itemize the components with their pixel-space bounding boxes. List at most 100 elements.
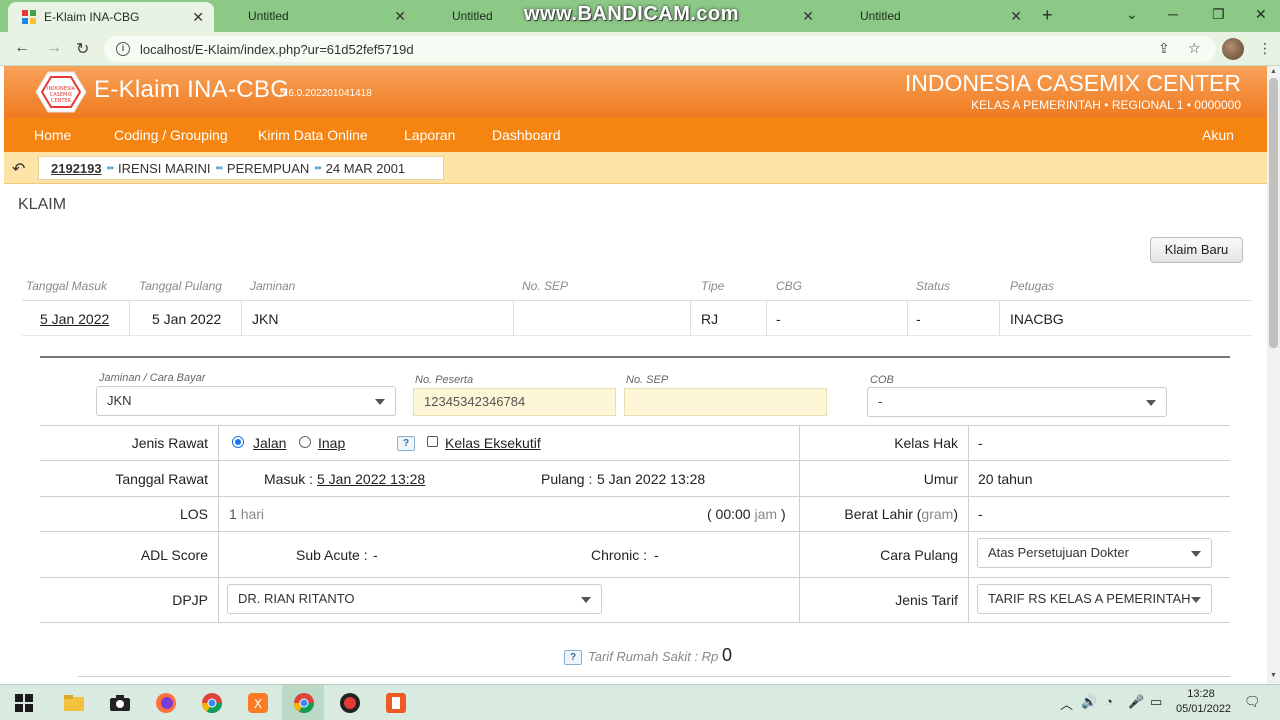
browser-tab-label: Untitled: [452, 9, 493, 23]
kelas-hak-label: Kelas Hak: [894, 435, 958, 451]
tab-search-chevron-icon[interactable]: ⌄: [1126, 6, 1138, 23]
chronic-label: Chronic :: [591, 547, 648, 563]
close-tab-icon[interactable]: ✕: [394, 8, 406, 25]
separator-dots: ••: [215, 161, 223, 175]
close-window-icon[interactable]: ✕: [1255, 6, 1267, 23]
cell-divider: [766, 301, 767, 335]
app-header: INDONESIA CASEMIX CENTER E-Klaim INA-CBG…: [4, 66, 1267, 118]
masuk-date-link[interactable]: 5 Jan 2022 13:28: [317, 471, 425, 487]
minimize-icon[interactable]: ─: [1168, 6, 1178, 22]
nav-laporan[interactable]: Laporan: [404, 127, 455, 143]
claim-row-petugas: INACBG: [1010, 311, 1064, 327]
col-header-tanggal-masuk: Tanggal Masuk: [26, 279, 107, 293]
bandicam-watermark: www.BANDICAM.com: [524, 3, 740, 25]
umur-value: 20 tahun: [978, 471, 1033, 487]
chronic-value: -: [654, 547, 659, 563]
scrollbar-thumb[interactable]: [1269, 78, 1278, 348]
page-scrollbar[interactable]: ▲ ▼: [1267, 66, 1280, 684]
reload-icon[interactable]: ↻: [76, 39, 89, 59]
close-tab-icon[interactable]: ✕: [802, 8, 814, 25]
url-field[interactable]: i localhost/E-Klaim/index.php?ur=61d52fe…: [104, 36, 1216, 62]
casemix-logo: INDONESIA CASEMIX CENTER: [34, 70, 88, 114]
patient-gender: PEREMPUAN: [226, 160, 310, 176]
chrome-profile-icon[interactable]: [292, 691, 316, 715]
no-sep-input[interactable]: [624, 388, 827, 416]
bandicam-app-icon[interactable]: [384, 691, 408, 715]
cell-divider: [241, 301, 242, 335]
browser-tab-untitled[interactable]: Untitled ✕: [234, 0, 416, 32]
browser-tab-eklaim[interactable]: E-Klaim INA-CBG ✕: [8, 2, 214, 32]
firefox-icon[interactable]: [154, 691, 178, 715]
notifications-icon[interactable]: 🗨: [1244, 694, 1261, 710]
list-divider: [22, 300, 1252, 301]
new-claim-button[interactable]: Klaim Baru: [1150, 237, 1243, 263]
berat-lahir-text: Berat Lahir (: [844, 506, 922, 522]
kelas-eksekutif-label[interactable]: Kelas Eksekutif: [445, 435, 541, 451]
show-hidden-icons-chevron-icon[interactable]: ︿: [1060, 694, 1073, 713]
patient-summary: 2192193 •• IRENSI MARINI •• PEREMPUAN ••…: [38, 156, 444, 180]
back-icon[interactable]: ↶: [12, 159, 25, 179]
windows-start-icon[interactable]: [14, 691, 38, 715]
record-icon[interactable]: [338, 691, 362, 715]
cara-pulang-select[interactable]: Atas Persetujuan Dokter: [977, 538, 1212, 568]
close-tab-icon[interactable]: ✕: [192, 9, 204, 26]
chrome-icon[interactable]: [200, 691, 224, 715]
volume-icon[interactable]: 🔊: [1081, 694, 1097, 710]
col-header-tanggal-pulang: Tanggal Pulang: [139, 279, 222, 293]
url-text: localhost/E-Klaim/index.php?ur=61d52fef5…: [140, 41, 414, 57]
taskbar-clock[interactable]: 13:28 05/01/2022: [1176, 687, 1231, 717]
wifi-icon[interactable]: ◔: [1105, 694, 1113, 709]
close-tab-icon[interactable]: ✕: [1010, 8, 1022, 25]
cell-divider: [129, 301, 130, 335]
jenis-tarif-select[interactable]: TARIF RS KELAS A PEMERINTAH: [977, 584, 1212, 614]
jalan-radio[interactable]: [232, 436, 244, 448]
help-icon[interactable]: ?: [397, 436, 415, 451]
dpjp-select[interactable]: DR. RIAN RITANTO: [227, 584, 602, 614]
microphone-icon[interactable]: 🎤: [1128, 694, 1144, 710]
list-divider: [22, 335, 1252, 336]
no-peserta-input[interactable]: 12345342346784: [413, 388, 616, 416]
nav-coding-grouping[interactable]: Coding / Grouping: [114, 127, 228, 143]
inap-label[interactable]: Inap: [318, 435, 345, 451]
claim-row-tanggal-masuk-link[interactable]: 5 Jan 2022: [40, 311, 109, 327]
maximize-icon[interactable]: ❐: [1212, 6, 1225, 23]
file-explorer-icon[interactable]: [62, 691, 86, 715]
section-divider: [78, 676, 1230, 677]
site-info-icon[interactable]: i: [116, 42, 130, 56]
nav-akun[interactable]: Akun: [1202, 127, 1234, 143]
pulang-label: Pulang :: [541, 471, 593, 487]
cob-select[interactable]: -: [867, 387, 1167, 417]
no-peserta-label: No. Peserta: [415, 374, 474, 386]
jaminan-select[interactable]: JKN: [96, 386, 396, 416]
scroll-up-icon[interactable]: ▲: [1270, 68, 1277, 75]
los-value: 1 hari: [229, 506, 264, 522]
new-tab-icon[interactable]: +: [1042, 5, 1053, 26]
forward-arrow-icon[interactable]: →: [46, 39, 62, 57]
bookmark-star-icon[interactable]: ☆: [1188, 40, 1201, 57]
berat-lahir-label: Berat Lahir (gram): [800, 506, 958, 522]
kelas-eksekutif-checkbox[interactable]: [427, 436, 438, 447]
help-icon[interactable]: ?: [564, 650, 582, 665]
claim-row-tipe: RJ: [701, 311, 719, 327]
jalan-label[interactable]: Jalan: [253, 435, 286, 451]
nav-home[interactable]: Home: [34, 127, 71, 143]
form-top-border: [40, 356, 1230, 358]
inap-radio[interactable]: [299, 436, 311, 448]
patient-rm-link[interactable]: 2192193: [51, 161, 102, 176]
tarif-rumah-sakit-label: Tarif Rumah Sakit : Rp: [588, 649, 719, 664]
profile-avatar[interactable]: [1222, 38, 1244, 60]
sub-acute-value: -: [373, 547, 378, 563]
col-header-cbg: CBG: [776, 279, 803, 293]
umur-label: Umur: [923, 471, 958, 487]
back-arrow-icon[interactable]: ←: [14, 39, 30, 57]
camera-icon[interactable]: [108, 691, 132, 715]
nav-dashboard[interactable]: Dashboard: [492, 127, 561, 143]
scroll-down-icon[interactable]: ▼: [1270, 672, 1277, 679]
nav-kirim-data-online[interactable]: Kirim Data Online: [258, 127, 368, 143]
browser-tab-untitled[interactable]: Untitled ✕: [846, 0, 1032, 32]
los-label: LOS: [179, 506, 208, 522]
browser-menu-icon[interactable]: ⋮: [1258, 40, 1272, 57]
share-icon[interactable]: ⇪: [1158, 40, 1170, 57]
xampp-icon[interactable]: X: [246, 691, 270, 715]
battery-icon[interactable]: ▭: [1150, 694, 1162, 710]
